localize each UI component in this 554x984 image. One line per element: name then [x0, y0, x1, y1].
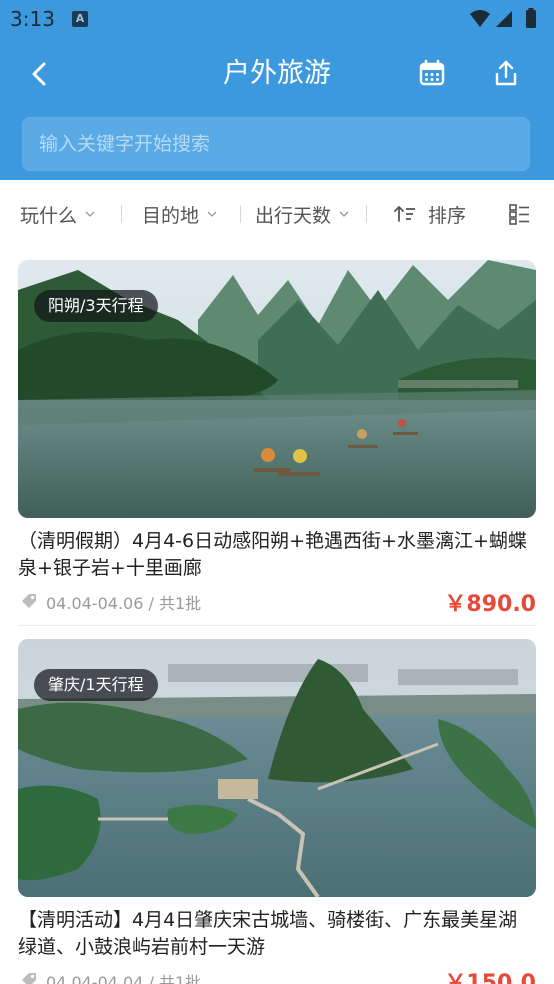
- trip-meta: 04.04-04.04 / 共1批 ￥150.0: [18, 963, 536, 984]
- status-bar: 3:13 A: [0, 0, 554, 38]
- card-divider: [18, 625, 536, 626]
- filter-destination[interactable]: 目的地: [142, 180, 217, 248]
- chevron-down-icon: [207, 211, 217, 217]
- page-title: 户外旅游: [223, 58, 331, 89]
- trip-card[interactable]: 阳朔/3天行程 （清明假期）4月4-6日动感阳朔+艳遇西街+水墨漓江+蝴蝶泉+银…: [18, 260, 536, 618]
- share-icon[interactable]: [488, 56, 524, 92]
- trip-badge: 肇庆/1天行程: [34, 669, 158, 701]
- trip-card[interactable]: 肇庆/1天行程 【清明活动】4月4日肇庆宋古城墙、骑楼街、广东最美星湖绿道、小鼓…: [18, 639, 536, 984]
- filter-days[interactable]: 出行天数: [255, 180, 349, 248]
- filter-divider: [121, 205, 122, 223]
- search-input[interactable]: [22, 117, 530, 171]
- filter-destination-label: 目的地: [142, 204, 200, 227]
- chevron-down-icon: [85, 211, 95, 217]
- chevron-down-icon: [339, 211, 349, 217]
- filter-bar: 玩什么 目的地 出行天数 排序: [0, 180, 554, 248]
- calendar-icon[interactable]: [414, 56, 450, 92]
- trip-meta: 04.04-04.06 / 共1批 ￥890.0: [18, 584, 536, 618]
- back-button[interactable]: [22, 56, 58, 92]
- filter-play-label: 玩什么: [20, 204, 78, 227]
- signal-icon: [496, 11, 512, 27]
- trip-image[interactable]: 阳朔/3天行程: [18, 260, 536, 518]
- trip-badge: 阳朔/3天行程: [34, 290, 158, 322]
- filter-days-label: 出行天数: [255, 204, 332, 227]
- filter-divider: [366, 205, 367, 223]
- trip-title[interactable]: 【清明活动】4月4日肇庆宋古城墙、骑楼街、广东最美星湖绿道、小鼓浪屿岩前村一天游: [18, 907, 536, 961]
- trip-price: ￥150.0: [444, 971, 536, 984]
- sort-button[interactable]: 排序: [394, 180, 466, 248]
- trip-image[interactable]: 肇庆/1天行程: [18, 639, 536, 897]
- sort-icon: [394, 206, 415, 222]
- layout-toggle-icon[interactable]: [508, 203, 530, 225]
- tag-icon: [22, 594, 36, 608]
- status-icons: [470, 8, 536, 28]
- trip-price: ￥890.0: [444, 592, 536, 617]
- battery-icon: [526, 10, 536, 28]
- status-time: 3:13: [10, 7, 55, 31]
- header: 户外旅游: [0, 38, 554, 180]
- tag-icon: [22, 973, 36, 984]
- trip-dates: 04.04-04.06 / 共1批: [46, 594, 202, 613]
- notification-icon: A: [72, 11, 88, 27]
- wifi-icon: [470, 10, 490, 27]
- filter-play[interactable]: 玩什么: [20, 180, 95, 248]
- trip-dates: 04.04-04.04 / 共1批: [46, 973, 202, 984]
- trip-title[interactable]: （清明假期）4月4-6日动感阳朔+艳遇西街+水墨漓江+蝴蝶泉+银子岩+十里画廊: [18, 528, 536, 582]
- sort-label: 排序: [428, 204, 467, 227]
- filter-divider: [240, 205, 241, 223]
